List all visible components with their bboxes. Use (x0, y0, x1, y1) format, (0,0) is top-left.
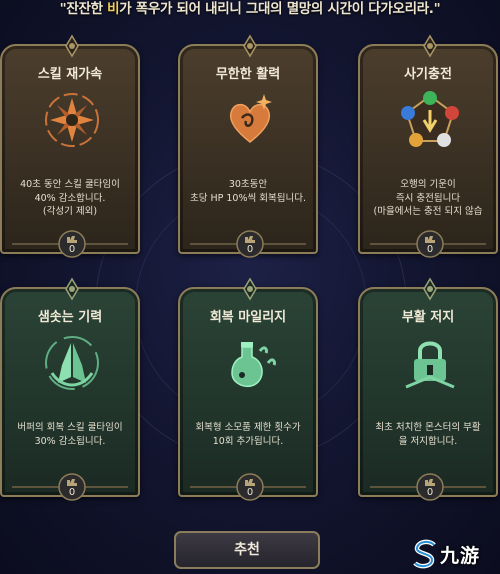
potion-flask-icon (231, 342, 276, 387)
card-count: 0 (68, 487, 76, 498)
card-count-badge: 0 (235, 229, 265, 259)
card-description: 회복형 소모품 제한 횟수가 10회 추가됩니다. (195, 422, 301, 447)
sparkling-heart-icon (229, 94, 272, 143)
card-count-badge: 0 (235, 472, 265, 502)
card-count-badge: 0 (415, 229, 445, 259)
card-ornament-icon (423, 277, 437, 301)
watermark: 九游 (412, 538, 498, 570)
card-description: 최초 처치한 몬스터의 부활 을 저지합니다. (375, 422, 481, 447)
card-count: 0 (68, 244, 76, 255)
watermark-text: 九游 (440, 545, 481, 567)
padlock-icon (405, 341, 455, 389)
card-title: 스킬 재가속 (37, 67, 103, 82)
card-ornament-icon (243, 277, 257, 301)
card-count: 0 (426, 244, 434, 255)
card-ornament-icon (65, 34, 79, 58)
card-description: 40초 동안 스킬 쿨타임이 40% 감소합니다. (각성기 제외) (20, 179, 120, 217)
card-title: 사기충전 (404, 67, 452, 82)
banner-quote: "잔잔한 비가 폭우가 되어 내리니 그대의 멸망의 시간이 다가오리라." (59, 1, 441, 17)
card-title: 무한한 활력 (215, 67, 281, 82)
spinning-shuriken-icon (45, 93, 99, 147)
s-logo-icon (413, 539, 436, 569)
card-count-badge: 0 (415, 472, 445, 502)
card-title: 부활 저지 (401, 310, 455, 325)
card-count: 0 (426, 487, 434, 498)
card-count: 0 (246, 487, 254, 498)
praying-hands-icon (45, 336, 99, 390)
card-ornament-icon (423, 34, 437, 58)
recommend-button[interactable]: 추천 (174, 531, 320, 569)
buff-card-skill-reacceleration[interactable]: 스킬 재가속 40초 동안 스킬 쿨타임이 40% 감소합니다. (각성기 제외… (0, 34, 140, 258)
banner-highlight: 비 (107, 1, 120, 17)
card-count: 0 (246, 244, 254, 255)
buff-card-recovery-mileage[interactable]: 회복 마일리지 회복형 소모품 제한 횟수가 10회 추가됩니다. 0 (178, 277, 318, 501)
buff-card-infinite-vitality[interactable]: 무한한 활력 30초동안 초당 HP 10%씩 회복됩니다. 0 (178, 34, 318, 258)
card-title: 회복 마일리지 (209, 310, 287, 325)
buff-card-morale-charge[interactable]: 사기충전 오행의 기운이 즉시 충전됩니다 (마을에서는 충전 되지 않습 0 (358, 34, 498, 258)
five-elements-pentagon-icon (401, 91, 459, 147)
card-description: 30초동안 초당 HP 10%씩 회복됩니다. (190, 179, 306, 204)
buff-card-revival-block[interactable]: 부활 저지 최초 처치한 몬스터의 부활 을 저지합니다. 0 (358, 277, 498, 501)
card-description: 오행의 기운이 즉시 충전됩니다 (마을에서는 충전 되지 않습 (373, 179, 483, 217)
card-ornament-icon (65, 277, 79, 301)
card-count-badge: 0 (57, 472, 87, 502)
card-count-badge: 0 (57, 229, 87, 259)
buff-card-surging-energy[interactable]: 샘솟는 기력 버퍼의 회복 스킬 쿨타임이 30% 감소됩니다. 0 (0, 277, 140, 501)
card-title: 샘솟는 기력 (37, 310, 103, 325)
card-ornament-icon (243, 34, 257, 58)
card-description: 버퍼의 회복 스킬 쿨타임이 30% 감소됩니다. (17, 422, 123, 447)
